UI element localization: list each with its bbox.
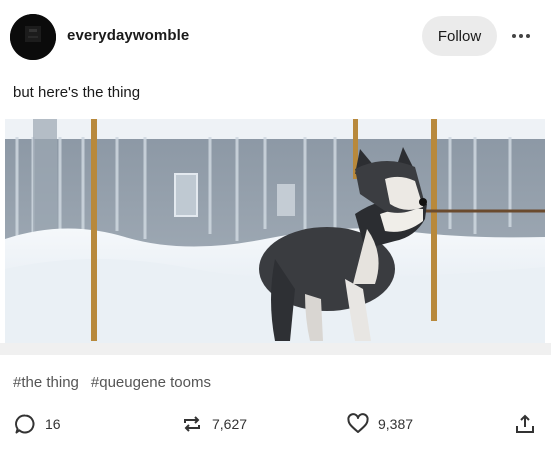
reblog-arrows-icon bbox=[184, 416, 200, 432]
heart-icon bbox=[347, 413, 369, 433]
post-image[interactable] bbox=[5, 119, 545, 343]
action-bar: 16 7,627 9,387 bbox=[0, 408, 551, 440]
tag-list: #the thing #queugene tooms bbox=[13, 374, 211, 391]
post-card: everydaywomble Follow but here's the thi… bbox=[0, 0, 551, 454]
like-button[interactable]: 9,387 bbox=[346, 408, 413, 440]
share-upload-icon bbox=[516, 414, 534, 433]
ellipsis-icon[interactable] bbox=[507, 26, 535, 46]
share-button[interactable] bbox=[513, 408, 537, 440]
speech-bubble-icon bbox=[15, 414, 35, 434]
post-header: everydaywomble Follow bbox=[0, 0, 551, 72]
tag-link[interactable]: #queugene tooms bbox=[91, 374, 211, 391]
follow-button[interactable]: Follow bbox=[422, 16, 497, 56]
reply-count: 16 bbox=[45, 416, 61, 432]
avatar[interactable] bbox=[10, 14, 56, 60]
like-count: 9,387 bbox=[378, 416, 414, 432]
reblog-count: 7,627 bbox=[212, 416, 248, 432]
username[interactable]: everydaywomble bbox=[67, 27, 189, 44]
reply-button[interactable]: 16 bbox=[13, 408, 61, 440]
post-caption: but here's the thing bbox=[13, 84, 141, 101]
reblog-button[interactable]: 7,627 bbox=[180, 408, 247, 440]
divider bbox=[0, 343, 551, 355]
tag-link[interactable]: #the thing bbox=[13, 374, 79, 391]
